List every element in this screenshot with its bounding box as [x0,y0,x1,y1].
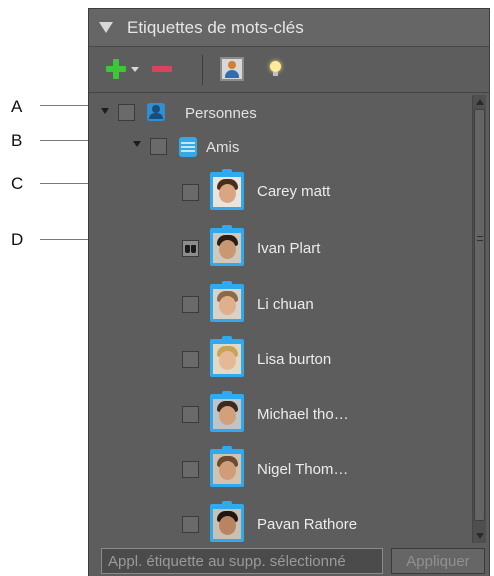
keyword-tags-panel: Etiquettes de mots-clés Personnes Amis C… [88,8,490,576]
dropdown-arrow-icon[interactable] [130,57,140,81]
keyword-tree: Personnes Amis Carey matt Ivan Plart Li … [93,95,471,543]
person-checkbox[interactable] [182,184,199,201]
face-photo [213,233,241,263]
tree-row-subcategory[interactable]: Amis [93,135,471,159]
category-label: Personnes [185,105,257,122]
apply-tag-field[interactable]: Appl. étiquette au supp. sélectionné [101,548,383,574]
grip-icon [477,236,483,241]
person-row[interactable]: Pavan Rathore [93,500,471,543]
thumbnail-tab [222,225,232,230]
person-name: Carey matt [257,183,331,200]
person-checkbox[interactable] [182,516,199,533]
person-thumbnail [210,446,244,487]
thumbnail-tab [222,391,232,396]
person-name: Pavan Rathore [257,516,358,533]
panel-title: Etiquettes de mots-clés [127,18,304,37]
person-thumbnail [210,336,244,377]
face-photo [213,344,241,374]
face-photo [213,289,241,319]
subcategory-checkbox[interactable] [150,138,167,155]
person-thumbnail [210,169,244,210]
category-checkbox[interactable] [118,104,135,121]
person-name: Ivan Plart [257,240,321,257]
binoculars-icon [184,243,197,254]
thumbnail-tab [222,336,232,341]
apply-button[interactable]: Appliquer [391,548,485,574]
scroll-thumb[interactable] [474,109,485,521]
person-thumbnail [210,281,244,322]
person-row[interactable]: Li chuan [93,280,471,326]
person-checkbox[interactable] [182,406,199,423]
vertical-scrollbar[interactable] [472,95,486,543]
tag-icon [179,137,197,157]
callout-label: C [11,174,24,193]
thumbnail-tab [222,281,232,286]
person-row[interactable]: Lisa burton [93,335,471,381]
person-row[interactable]: Michael tho… [93,390,471,436]
person-category-icon [147,103,165,121]
face-photo [213,177,241,207]
person-name: Lisa burton [257,351,332,368]
person-checkbox[interactable] [182,240,199,257]
face-photo [213,509,241,539]
face-photo [213,454,241,484]
scroll-up-arrow-icon[interactable] [476,99,484,105]
person-row[interactable]: Ivan Plart [93,224,471,270]
subcategory-label: Amis [206,139,240,156]
person-name: Li chuan [257,296,314,313]
person-name: Nigel Thom… [257,461,349,478]
face-photo [213,399,241,429]
person-thumbnail [210,225,244,266]
toolbar [89,47,489,93]
expand-triangle-icon[interactable] [101,108,109,114]
tree-row-category[interactable]: Personnes [93,101,471,125]
scroll-down-arrow-icon[interactable] [476,533,484,539]
thumbnail-tab [222,501,232,506]
person-name: Michael tho… [257,406,349,423]
person-tag-icon[interactable] [220,57,244,81]
expand-triangle-icon[interactable] [133,141,141,147]
panel-footer: Appl. étiquette au supp. sélectionné App… [89,545,489,576]
person-row[interactable]: Nigel Thom… [93,445,471,491]
collapse-triangle-icon[interactable] [99,22,113,33]
panel-header[interactable]: Etiquettes de mots-clés [89,9,489,47]
person-row[interactable]: Carey matt [93,167,471,213]
plus-icon[interactable] [105,57,127,81]
person-thumbnail [210,391,244,432]
minus-icon[interactable] [152,57,172,81]
person-thumbnail [210,501,244,542]
thumbnail-tab [222,446,232,451]
lightbulb-icon[interactable] [266,57,284,81]
callout-label: B [11,131,23,150]
toolbar-divider [202,55,203,85]
callout-label: D [11,230,24,249]
person-checkbox[interactable] [182,351,199,368]
person-checkbox[interactable] [182,461,199,478]
person-checkbox[interactable] [182,296,199,313]
callout-label: A [11,97,23,116]
thumbnail-tab [222,169,232,174]
